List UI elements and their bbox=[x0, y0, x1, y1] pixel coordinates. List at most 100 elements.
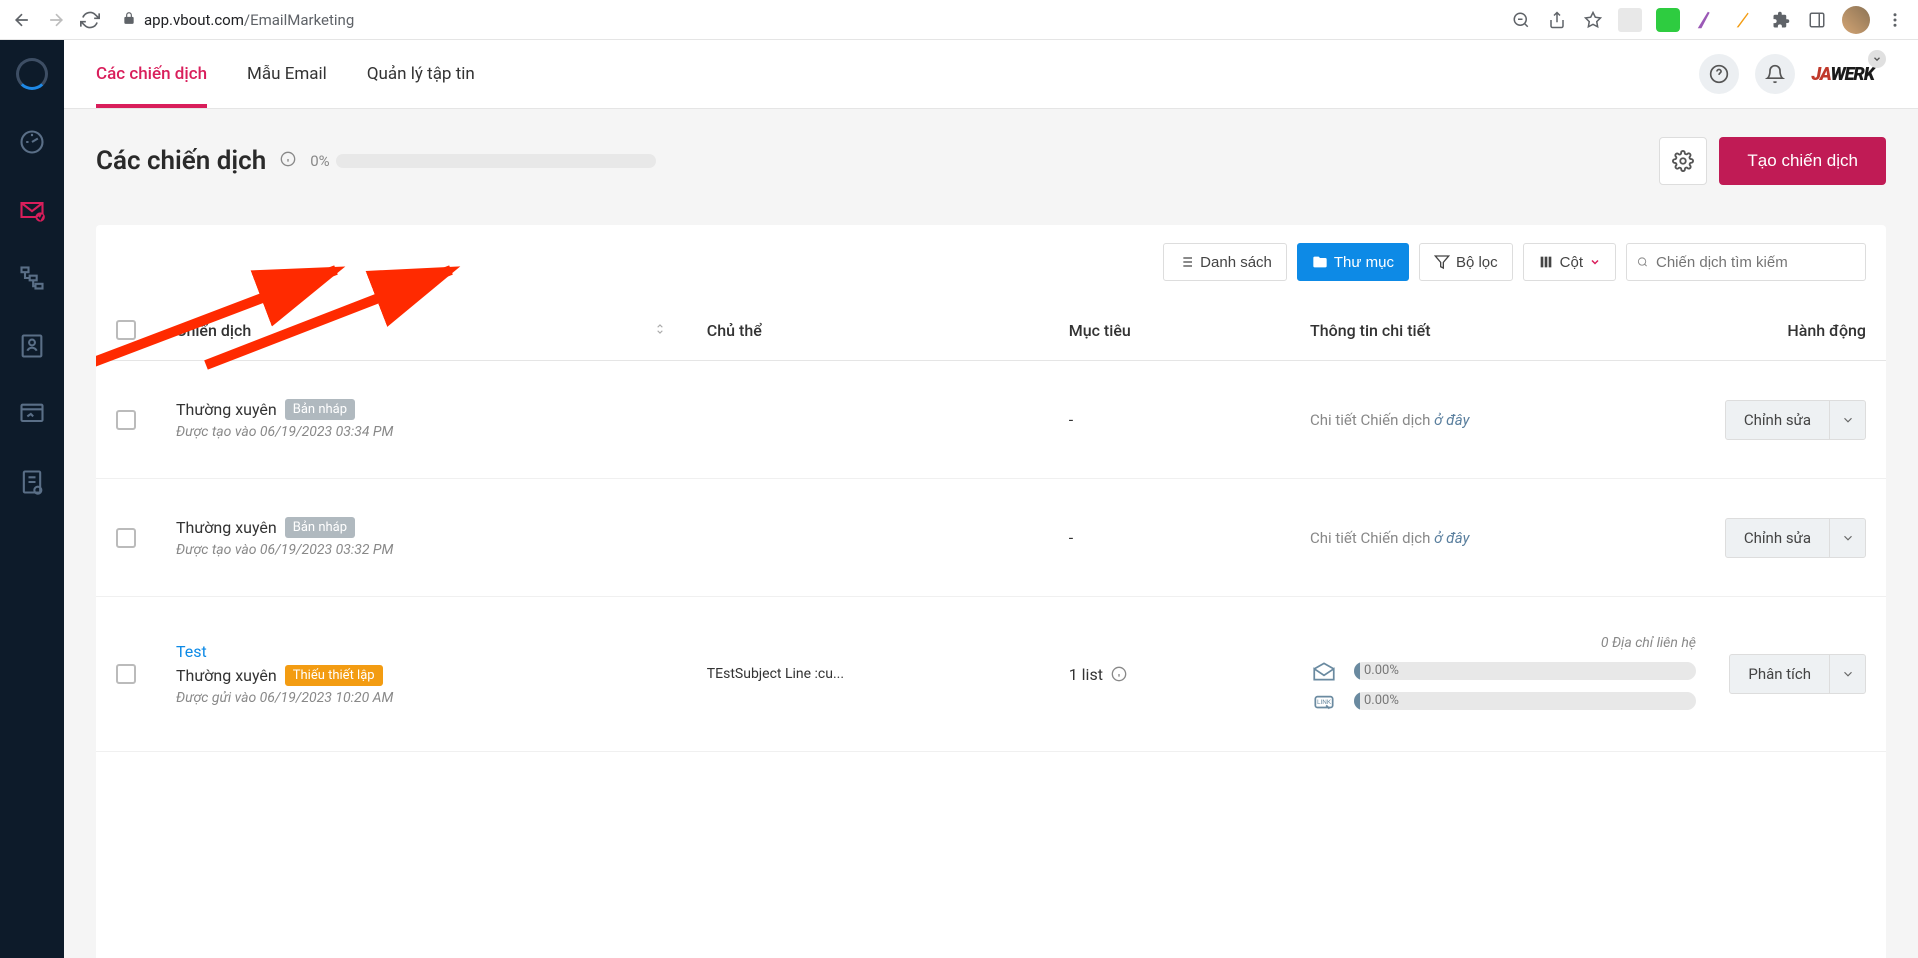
action-label[interactable]: Phân tích bbox=[1730, 655, 1829, 693]
campaign-type: Thường xuyên bbox=[176, 518, 277, 537]
view-list-button[interactable]: Danh sách bbox=[1163, 243, 1287, 281]
star-icon[interactable] bbox=[1582, 9, 1604, 31]
cell-target: 1 list bbox=[1069, 665, 1310, 684]
profile-avatar[interactable] bbox=[1842, 6, 1870, 34]
open-icon bbox=[1310, 659, 1338, 683]
nav-back-icon[interactable] bbox=[12, 10, 32, 30]
campaign-meta: Được tạo vào 06/19/2023 03:32 PM bbox=[176, 542, 393, 558]
extensions-icon[interactable] bbox=[1770, 9, 1792, 31]
info-icon[interactable] bbox=[1111, 666, 1127, 682]
extension-icon-3[interactable] bbox=[1694, 8, 1718, 32]
account-switcher[interactable]: JAWERK bbox=[1811, 64, 1886, 85]
share-icon[interactable] bbox=[1546, 9, 1568, 31]
app-logo-icon[interactable] bbox=[14, 56, 50, 92]
notifications-button[interactable] bbox=[1755, 54, 1795, 94]
extension-icon-1[interactable] bbox=[1618, 8, 1642, 32]
action-dropdown[interactable] bbox=[1829, 655, 1865, 693]
tab-bar: Các chiến dịch Mẫu Email Quản lý tập tin bbox=[96, 40, 475, 108]
th-campaign[interactable]: Chiến dịch bbox=[176, 321, 707, 340]
campaign-type: Thường xuyên bbox=[176, 666, 277, 685]
status-badge: Bản nháp bbox=[285, 517, 355, 538]
sidepanel-icon[interactable] bbox=[1806, 9, 1828, 31]
svg-text:LINK: LINK bbox=[1317, 698, 1332, 706]
campaign-type: Thường xuyên bbox=[176, 400, 277, 419]
table-row: Thường xuyênBản nhápĐược tạo vào 06/19/2… bbox=[96, 361, 1886, 479]
top-bar: Các chiến dịch Mẫu Email Quản lý tập tin… bbox=[64, 40, 1918, 109]
settings-button[interactable] bbox=[1659, 137, 1707, 185]
menu-icon[interactable] bbox=[1884, 9, 1906, 31]
row-action-button[interactable]: Chỉnh sửa bbox=[1725, 518, 1866, 558]
quota-progress: 0% bbox=[310, 152, 655, 170]
detail-link[interactable]: Chi tiết Chiến dịch ở đây bbox=[1310, 529, 1696, 547]
nav-forward-icon[interactable] bbox=[46, 10, 66, 30]
columns-label: Cột bbox=[1560, 254, 1583, 271]
page-title: Các chiến dịch bbox=[96, 146, 266, 176]
lock-icon bbox=[122, 11, 136, 29]
nav-reload-icon[interactable] bbox=[80, 10, 100, 30]
click-icon: LINK bbox=[1310, 689, 1338, 713]
cell-target: - bbox=[1069, 528, 1310, 547]
th-actions: Hành động bbox=[1696, 321, 1866, 340]
sidebar-landing-icon[interactable] bbox=[14, 396, 50, 432]
status-badge: Thiếu thiết lập bbox=[285, 665, 383, 686]
table-header: Chiến dịch Chủ thể Mục tiêu Thông tin ch… bbox=[96, 300, 1886, 361]
sort-icon bbox=[653, 321, 667, 340]
action-label[interactable]: Chỉnh sửa bbox=[1726, 519, 1829, 557]
stat-bar: 0.00% bbox=[1354, 662, 1696, 680]
sidebar-dashboard-icon[interactable] bbox=[14, 124, 50, 160]
action-dropdown[interactable] bbox=[1829, 519, 1865, 557]
filter-label: Bộ lọc bbox=[1456, 254, 1498, 271]
app-sidebar bbox=[0, 40, 64, 958]
content-card: Danh sách Thư mục Bộ lọc Cột bbox=[96, 225, 1886, 958]
view-list-label: Danh sách bbox=[1200, 254, 1272, 271]
url-text: app.vbout.com/EmailMarketing bbox=[144, 11, 354, 29]
extension-icon-4[interactable] bbox=[1732, 8, 1756, 32]
action-label[interactable]: Chỉnh sửa bbox=[1726, 401, 1829, 439]
progress-bar bbox=[336, 154, 656, 168]
sidebar-reports-icon[interactable] bbox=[14, 464, 50, 500]
th-details: Thông tin chi tiết bbox=[1310, 321, 1696, 340]
tab-files[interactable]: Quản lý tập tin bbox=[367, 40, 475, 108]
tab-templates[interactable]: Mẫu Email bbox=[247, 40, 327, 108]
stat-bar: 0.00% bbox=[1354, 692, 1696, 710]
row-action-button[interactable]: Chỉnh sửa bbox=[1725, 400, 1866, 440]
help-button[interactable] bbox=[1699, 54, 1739, 94]
th-target: Mục tiêu bbox=[1069, 321, 1310, 340]
status-badge: Bản nháp bbox=[285, 399, 355, 420]
campaign-title-link[interactable]: Test bbox=[176, 642, 207, 661]
stats-header: 0 Địa chỉ liên hệ bbox=[1310, 635, 1696, 651]
filter-button[interactable]: Bộ lọc bbox=[1419, 243, 1513, 281]
campaign-meta: Được gửi vào 06/19/2023 10:20 AM bbox=[176, 690, 393, 706]
sidebar-contacts-icon[interactable] bbox=[14, 328, 50, 364]
browser-chrome: app.vbout.com/EmailMarketing bbox=[0, 0, 1918, 40]
create-campaign-button[interactable]: Tạo chiến dịch bbox=[1719, 137, 1886, 185]
tab-campaigns[interactable]: Các chiến dịch bbox=[96, 40, 207, 108]
row-checkbox[interactable] bbox=[116, 410, 136, 430]
zoom-icon[interactable] bbox=[1510, 9, 1532, 31]
cell-subject: TEstSubject Line :cu... bbox=[707, 666, 1069, 682]
th-subject: Chủ thể bbox=[707, 321, 1069, 340]
columns-button[interactable]: Cột bbox=[1523, 243, 1616, 281]
top-actions: JAWERK bbox=[1699, 54, 1886, 94]
detail-link[interactable]: Chi tiết Chiến dịch ở đây bbox=[1310, 411, 1696, 429]
table-row: Test Thường xuyên Thiếu thiết lập Được gửi … bbox=[96, 597, 1886, 752]
row-action-button[interactable]: Phân tích bbox=[1729, 654, 1866, 694]
select-all-checkbox[interactable] bbox=[116, 320, 136, 340]
extension-icon-2[interactable] bbox=[1656, 8, 1680, 32]
url-bar[interactable]: app.vbout.com/EmailMarketing bbox=[114, 11, 1496, 29]
main-content: Các chiến dịch Mẫu Email Quản lý tập tin… bbox=[64, 40, 1918, 958]
sidebar-email-icon[interactable] bbox=[14, 192, 50, 228]
row-checkbox[interactable] bbox=[116, 528, 136, 548]
view-folder-button[interactable]: Thư mục bbox=[1297, 243, 1409, 281]
page-header: Các chiến dịch 0% Tạo chiến dịch bbox=[64, 109, 1918, 185]
search-input[interactable] bbox=[1656, 254, 1855, 271]
action-dropdown[interactable] bbox=[1829, 401, 1865, 439]
chrome-actions bbox=[1510, 6, 1906, 34]
view-folder-label: Thư mục bbox=[1334, 254, 1394, 271]
sidebar-workflow-icon[interactable] bbox=[14, 260, 50, 296]
progress-percent: 0% bbox=[310, 152, 329, 170]
row-checkbox[interactable] bbox=[116, 664, 136, 684]
cell-target: - bbox=[1069, 410, 1310, 429]
search-box[interactable] bbox=[1626, 243, 1866, 281]
info-icon[interactable] bbox=[280, 151, 296, 171]
